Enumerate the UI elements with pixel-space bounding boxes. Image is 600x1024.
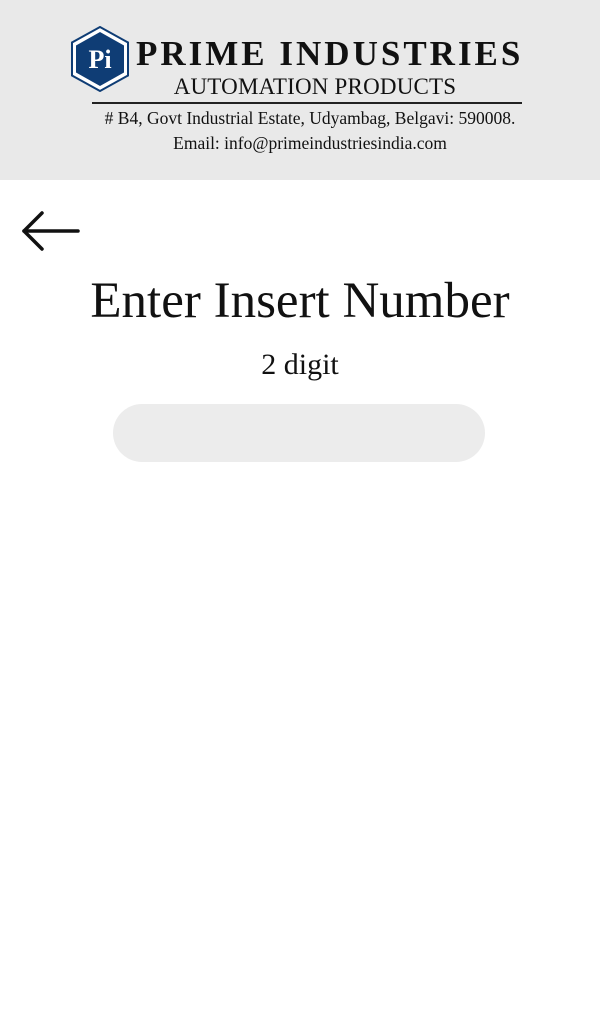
logo-text: Pi (88, 45, 111, 74)
company-email: Email: info@primeindustriesindia.com (173, 133, 447, 153)
header-divider (92, 102, 522, 104)
digit-hint: 2 digit (261, 348, 339, 381)
back-button[interactable] (18, 206, 84, 256)
company-header: Pi PRIME INDUSTRIES AUTOMATION PRODUCTS … (0, 0, 600, 180)
arrow-left-icon (22, 211, 80, 251)
company-tagline: AUTOMATION PRODUCTS (173, 74, 457, 99)
company-address: # B4, Govt Industrial Estate, Udyambag, … (104, 108, 516, 128)
page-title: Enter Insert Number (90, 273, 510, 329)
insert-number-input[interactable] (113, 404, 485, 462)
company-logo: Pi (71, 26, 129, 92)
company-name: PRIME INDUSTRIES (136, 34, 524, 73)
